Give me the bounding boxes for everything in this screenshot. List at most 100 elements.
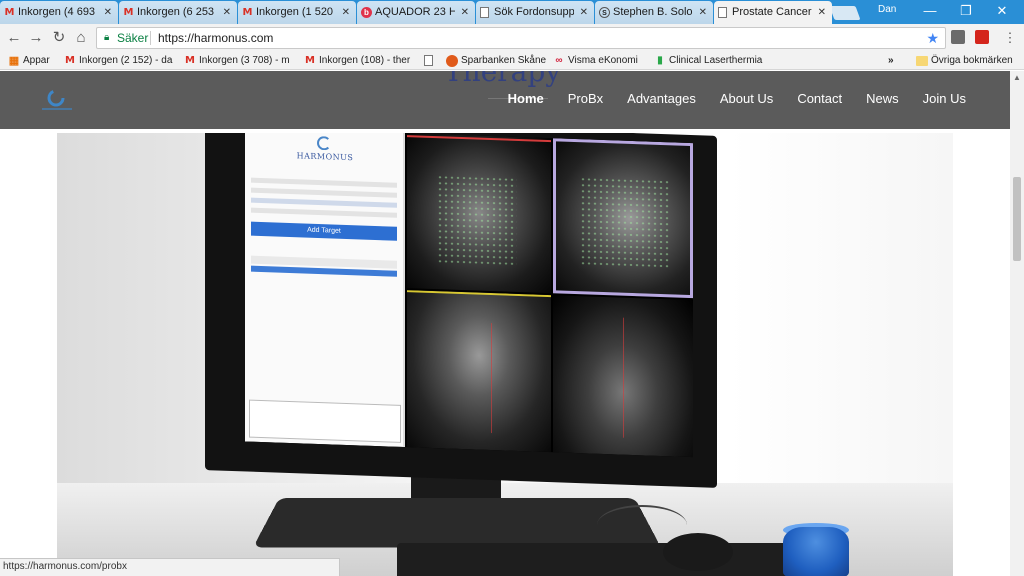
close-icon[interactable]: ✕ xyxy=(104,1,112,24)
extension-icon[interactable] xyxy=(951,30,965,44)
close-icon[interactable]: ✕ xyxy=(580,1,588,24)
close-icon[interactable]: ✕ xyxy=(461,1,469,24)
specimen-cup xyxy=(783,527,849,576)
mri-view-3d xyxy=(553,138,693,299)
window-close-icon[interactable]: ✕ xyxy=(984,0,1020,24)
scroll-up-icon[interactable]: ▲ xyxy=(1013,73,1021,82)
bookmark-apps[interactable]: ▦ Appar xyxy=(8,54,50,68)
tab-inkorgen-2[interactable]: M Inkorgen (6 253 ✕ xyxy=(119,1,237,24)
bookmarks-overflow-button[interactable]: » xyxy=(888,54,894,68)
folder-icon xyxy=(916,56,928,66)
close-icon[interactable]: ✕ xyxy=(699,1,707,24)
app-logo-icon xyxy=(317,135,331,151)
hero-image: HARMONUS Add Target xyxy=(57,133,953,576)
address-bar[interactable]: 🔒︎ Säker https://harmonus.com ★ xyxy=(96,27,946,49)
url-text[interactable]: https://harmonus.com xyxy=(158,28,273,48)
bookmark-sparbanken[interactable]: Sparbanken Skåne xyxy=(446,54,546,68)
tab-inkorgen-1[interactable]: M Inkorgen (4 693 ✕ xyxy=(0,1,118,24)
site-header: Therapy Home ProBx Advantages About Us C… xyxy=(0,71,1010,129)
app-field xyxy=(251,207,397,218)
secure-label: Säker xyxy=(117,31,149,45)
bookmark-document[interactable] xyxy=(424,54,440,68)
crosshair-line xyxy=(623,317,624,438)
b-icon: b xyxy=(361,7,372,18)
bookmark-inkorgen-ther[interactable]: M Inkorgen (108) - ther xyxy=(304,54,416,68)
home-icon[interactable]: ⌂ xyxy=(71,28,91,48)
bar-chart-icon: ▮ xyxy=(657,55,663,66)
reload-icon[interactable]: ↻ xyxy=(49,28,69,48)
bookmark-visma[interactable]: ∞ Visma eKonomi xyxy=(553,54,637,68)
mri-view-coronal xyxy=(553,295,693,458)
lock-icon: 🔒︎ xyxy=(104,32,110,43)
close-icon[interactable]: ✕ xyxy=(223,1,231,24)
menu-kebab-icon[interactable]: ⋮ xyxy=(1000,28,1020,48)
target-grid xyxy=(580,176,670,270)
nav-join-us[interactable]: Join Us xyxy=(923,91,966,106)
sparbanken-icon xyxy=(446,55,458,67)
back-arrow-icon[interactable]: ← xyxy=(4,28,24,48)
new-tab-button[interactable] xyxy=(829,6,861,20)
minimize-icon[interactable]: — xyxy=(912,0,948,24)
bookmark-clinical-laserthermia[interactable]: ▮ Clinical Laserthermia xyxy=(654,54,764,68)
tab-prostate-cancer[interactable]: Prostate Cancer ✕ xyxy=(714,1,832,25)
gmail-icon: M xyxy=(305,55,315,66)
tab-inkorgen-3[interactable]: M Inkorgen (1 520 ✕ xyxy=(238,1,356,24)
harmonus-logo[interactable] xyxy=(38,87,78,113)
bookmark-star-icon[interactable]: ★ xyxy=(926,28,939,48)
keyboard xyxy=(397,543,817,576)
app-console xyxy=(249,399,401,443)
app-field xyxy=(251,177,397,188)
address-separator xyxy=(150,31,151,45)
gmail-icon: M xyxy=(242,7,253,18)
tab-aquador[interactable]: b AQUADOR 23 H ✕ xyxy=(357,1,475,24)
scroll-thumb[interactable] xyxy=(1013,177,1021,261)
ghost-heading: Therapy xyxy=(444,71,562,88)
target-grid xyxy=(437,174,517,267)
document-icon xyxy=(480,7,489,18)
document-icon xyxy=(718,7,727,18)
gmail-icon: M xyxy=(123,7,134,18)
browser-tab-strip: M Inkorgen (4 693 ✕ M Inkorgen (6 253 ✕ … xyxy=(0,0,1024,25)
bookmark-inkorgen-m[interactable]: M Inkorgen (3 708) - m xyxy=(184,54,296,68)
monitor: HARMONUS Add Target xyxy=(205,133,717,488)
nav-advantages[interactable]: Advantages xyxy=(627,91,696,106)
mouse xyxy=(663,533,733,571)
circle-s-icon: S xyxy=(599,7,610,18)
document-icon xyxy=(424,55,433,66)
app-brand: HARMONUS xyxy=(296,151,354,163)
browser-toolbar: ← → ↻ ⌂ 🔒︎ Säker https://harmonus.com ★ … xyxy=(0,24,1024,52)
nav-about-us[interactable]: About Us xyxy=(720,91,773,106)
tab-sok-fordon[interactable]: Sök Fordonsupp ✕ xyxy=(476,1,594,24)
bookmarks-bar: ▦ Appar M Inkorgen (2 152) - da M Inkorg… xyxy=(0,52,1024,70)
nav-contact[interactable]: Contact xyxy=(797,91,842,106)
nav-probx[interactable]: ProBx xyxy=(568,91,603,106)
app-field xyxy=(251,187,397,198)
main-nav: Home ProBx Advantages About Us Contact N… xyxy=(508,91,966,106)
page-scrollbar[interactable]: ▲ xyxy=(1010,71,1024,576)
app-add-target-button: Add Target xyxy=(251,221,397,241)
mri-view-sagittal xyxy=(407,290,551,453)
pdf-extension-icon[interactable] xyxy=(975,30,989,44)
app-side-panel: HARMONUS Add Target xyxy=(245,133,405,448)
profile-name[interactable]: Dan xyxy=(878,4,896,15)
nav-home[interactable]: Home xyxy=(508,91,544,106)
tab-stephen-solo[interactable]: S Stephen B. Solo ✕ xyxy=(595,1,713,24)
gmail-icon: M xyxy=(65,55,75,66)
gmail-icon: M xyxy=(185,55,195,66)
app-slider xyxy=(251,197,397,208)
crosshair-line xyxy=(491,323,492,434)
other-bookmarks-folder[interactable]: Övriga bokmärken xyxy=(916,54,1013,68)
close-icon[interactable]: ✕ xyxy=(342,1,350,24)
visma-icon: ∞ xyxy=(555,55,563,66)
crosshair-line xyxy=(407,135,551,143)
restore-icon[interactable]: ❐ xyxy=(948,0,984,24)
close-icon[interactable]: ✕ xyxy=(818,1,826,24)
page-viewport: Therapy Home ProBx Advantages About Us C… xyxy=(0,71,1010,576)
bookmark-inkorgen-da[interactable]: M Inkorgen (2 152) - da xyxy=(64,54,176,68)
nav-news[interactable]: News xyxy=(866,91,899,106)
forward-arrow-icon[interactable]: → xyxy=(26,28,46,48)
link-status-bubble: https://harmonus.com/probx xyxy=(0,558,340,576)
mri-view-axial xyxy=(407,133,551,294)
monitor-screen: HARMONUS Add Target xyxy=(245,133,693,458)
gmail-icon: M xyxy=(4,7,15,18)
